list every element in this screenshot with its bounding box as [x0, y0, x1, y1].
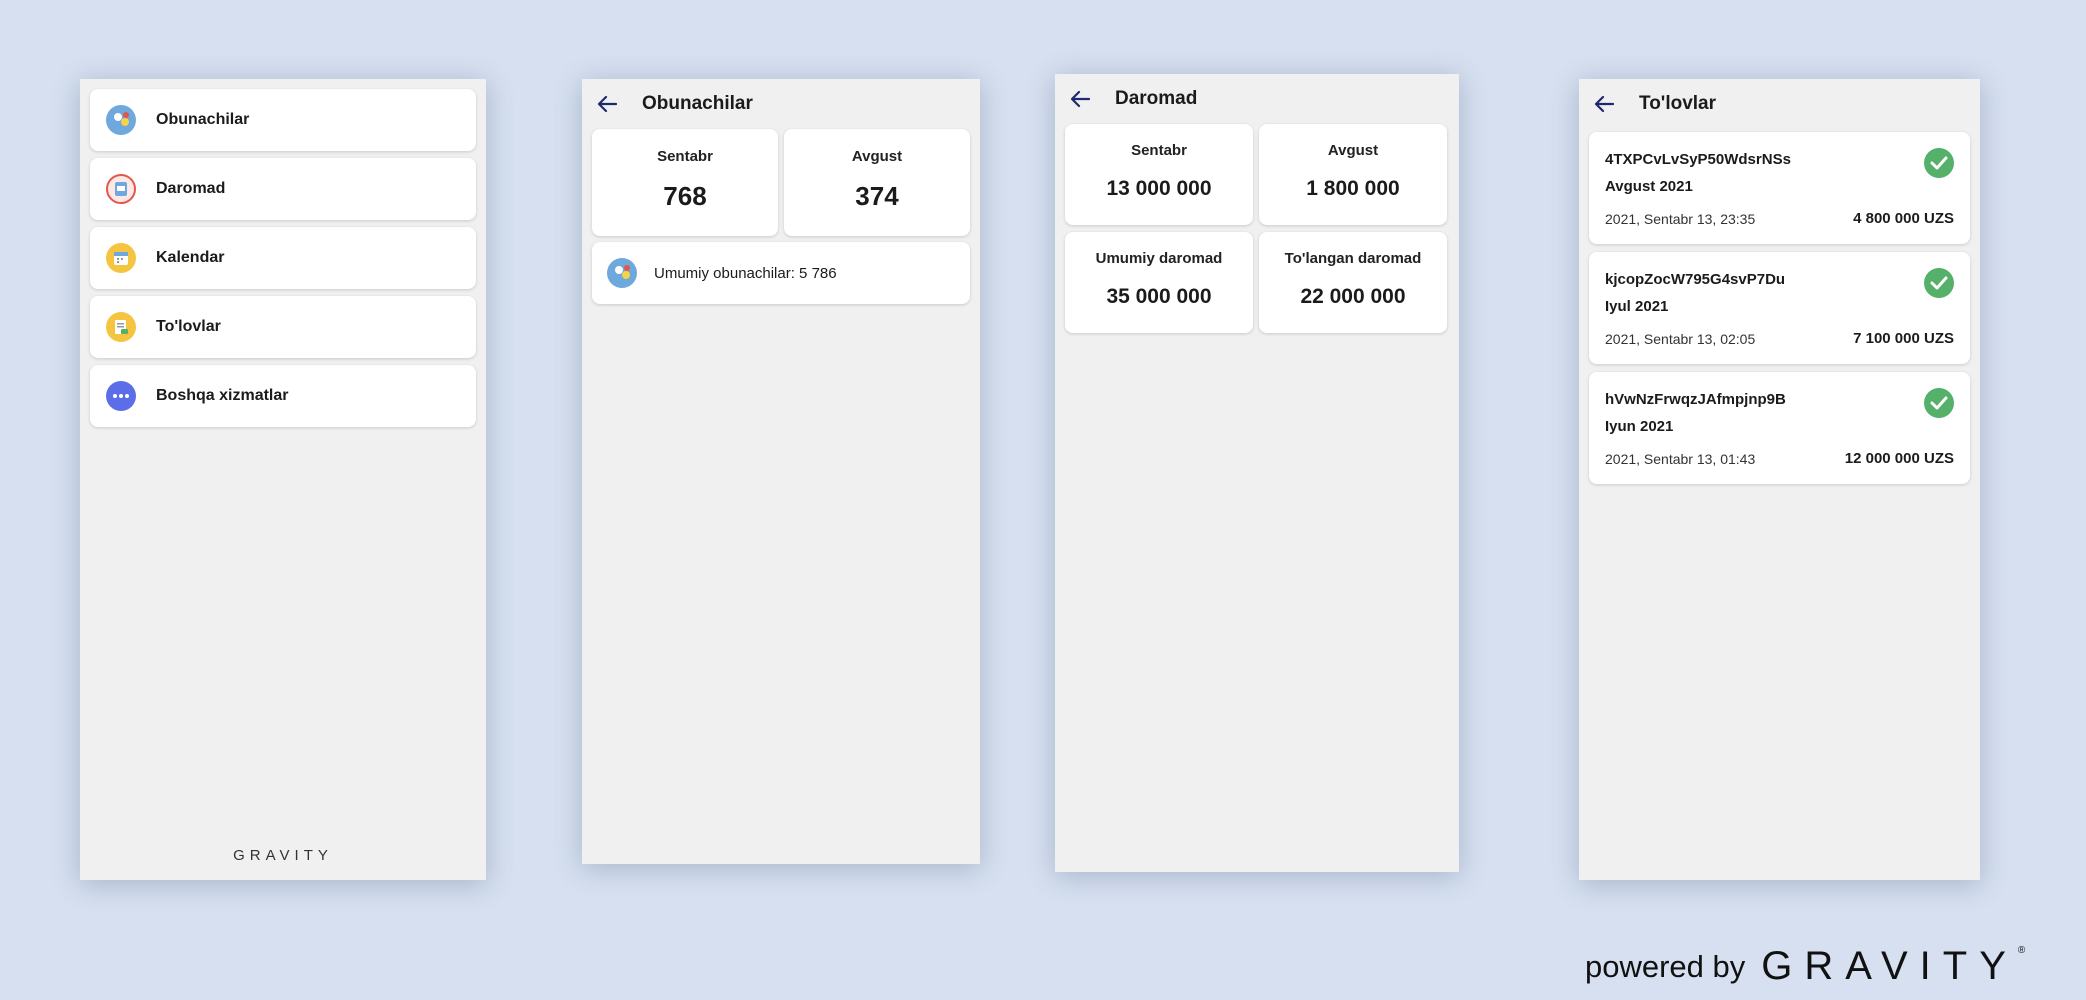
- payments-icon: [106, 312, 136, 342]
- menu-item-subscribers[interactable]: Obunachilar: [90, 89, 476, 151]
- menu-item-label: Kalendar: [156, 249, 225, 266]
- stat-card-august: Avgust 1 800 000: [1259, 124, 1447, 225]
- menu-item-income[interactable]: Daromad: [90, 158, 476, 220]
- payment-id: 4TXPCvLvSyP50WdsrNSs: [1605, 151, 1791, 168]
- subscribers-screen: Obunachilar Sentabr 768 Avgust 374 Umumi…: [582, 79, 980, 864]
- payment-item[interactable]: kjcopZocW795G4svP7Du Iyul 2021 2021, Sen…: [1589, 252, 1970, 364]
- stat-value: 13 000 000: [1106, 177, 1212, 200]
- menu-item-payments[interactable]: To'lovlar: [90, 296, 476, 358]
- stat-value: 1 800 000: [1306, 177, 1400, 200]
- header: Obunachilar: [582, 79, 980, 129]
- menu-item-label: Daromad: [156, 180, 226, 197]
- stat-value: 374: [855, 181, 899, 211]
- stat-card-total-income: Umumiy daromad 35 000 000: [1065, 232, 1253, 333]
- page-title: Daromad: [1115, 88, 1198, 109]
- stat-label: Sentabr: [1131, 142, 1187, 159]
- calendar-icon: [106, 243, 136, 273]
- payment-period: Iyun 2021: [1605, 418, 1674, 435]
- stat-label: To'langan daromad: [1284, 250, 1422, 267]
- back-arrow-icon[interactable]: [1069, 88, 1091, 110]
- stat-card-september: Sentabr 768: [592, 129, 778, 236]
- header: To'lovlar: [1579, 79, 1980, 129]
- stat-value: 35 000 000: [1106, 285, 1212, 308]
- check-icon: [1924, 148, 1954, 178]
- menu-item-label: Boshqa xizmatlar: [156, 387, 289, 404]
- check-icon: [1924, 268, 1954, 298]
- stat-label: Avgust: [1327, 142, 1379, 159]
- payment-item[interactable]: hVwNzFrwqzJAfmpjnp9B Iyun 2021 2021, Sen…: [1589, 372, 1970, 484]
- stat-card-september: Sentabr 13 000 000: [1065, 124, 1253, 225]
- payment-date: 2021, Sentabr 13, 02:05: [1605, 331, 1756, 347]
- menu-item-label: To'lovlar: [156, 318, 221, 335]
- powered-by-footer: powered by GRAVITY®: [1585, 944, 2026, 988]
- payment-date: 2021, Sentabr 13, 01:43: [1605, 451, 1756, 467]
- payment-id: hVwNzFrwqzJAfmpjnp9B: [1605, 391, 1786, 408]
- brand-name: GRAVITY: [1761, 944, 2018, 988]
- stat-value: 768: [663, 181, 707, 211]
- page-title: To'lovlar: [1639, 93, 1717, 114]
- back-arrow-icon[interactable]: [1593, 93, 1615, 115]
- payments-screen: To'lovlar 4TXPCvLvSyP50WdsrNSs Avgust 20…: [1579, 79, 1980, 880]
- powered-by-text: powered by: [1585, 949, 1746, 984]
- brand-logo: GRAVITY: [233, 847, 333, 864]
- menu-item-calendar[interactable]: Kalendar: [90, 227, 476, 289]
- payment-amount: 12 000 000 UZS: [1844, 450, 1954, 467]
- back-arrow-icon[interactable]: [596, 93, 618, 115]
- subscribers-icon: [607, 258, 637, 288]
- menu-screen: Obunachilar Daromad Kalendar To'lovlar B…: [80, 79, 486, 880]
- stat-label: Sentabr: [657, 148, 713, 165]
- menu-item-more-services[interactable]: Boshqa xizmatlar: [90, 365, 476, 427]
- total-subscribers-card: Umumiy obunachilar: 5 786: [592, 242, 970, 304]
- menu-item-label: Obunachilar: [156, 111, 250, 128]
- total-subscribers-text: Umumiy obunachilar: 5 786: [654, 264, 837, 282]
- stat-card-august: Avgust 374: [784, 129, 970, 236]
- income-screen: Daromad Sentabr 13 000 000 Avgust 1 800 …: [1055, 74, 1459, 872]
- brand-logo: GRAVITY®: [1761, 944, 2026, 988]
- more-services-icon: [106, 381, 136, 411]
- payment-amount: 7 100 000 UZS: [1853, 330, 1954, 347]
- payment-period: Iyul 2021: [1605, 298, 1669, 315]
- stat-label: Umumiy daromad: [1095, 250, 1223, 267]
- payment-item[interactable]: 4TXPCvLvSyP50WdsrNSs Avgust 2021 2021, S…: [1589, 132, 1970, 244]
- subscribers-icon: [106, 105, 136, 135]
- check-icon: [1924, 388, 1954, 418]
- page-title: Obunachilar: [642, 93, 753, 114]
- header: Daromad: [1055, 74, 1459, 124]
- payment-amount: 4 800 000 UZS: [1853, 210, 1954, 227]
- trademark-symbol: ®: [2017, 945, 2026, 956]
- payment-period: Avgust 2021: [1605, 178, 1693, 195]
- stat-value: 22 000 000: [1300, 285, 1406, 308]
- income-icon: [106, 174, 136, 204]
- payment-id: kjcopZocW795G4svP7Du: [1605, 271, 1786, 288]
- stat-card-paid-income: To'langan daromad 22 000 000: [1259, 232, 1447, 333]
- payment-date: 2021, Sentabr 13, 23:35: [1605, 211, 1756, 227]
- stat-label: Avgust: [851, 148, 903, 165]
